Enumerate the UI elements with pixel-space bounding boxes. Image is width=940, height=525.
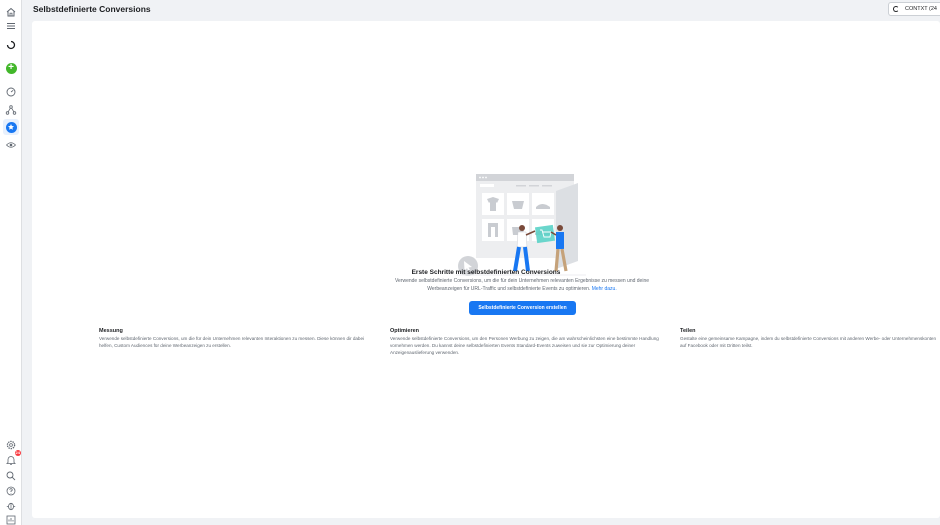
main-panel: Erste Schritte mit selbstdefinierten Con… xyxy=(32,21,940,518)
context-dropdown-button[interactable]: CONTXT (24 xyxy=(888,2,940,16)
left-nav-rail: + 24 xyxy=(0,0,22,525)
create-custom-conversion-button[interactable]: Selbstdefinierte Conversion erstellen xyxy=(469,301,576,315)
refresh-icon xyxy=(893,6,899,12)
page-header: Selbstdefinierte Conversions CONTXT (24 xyxy=(22,0,940,21)
empty-state-illustration xyxy=(456,171,586,283)
create-plus-icon[interactable]: + xyxy=(3,60,19,76)
dashboard-gauge-icon[interactable] xyxy=(3,84,19,100)
menu-icon[interactable] xyxy=(3,18,19,34)
feature-text: Verwende selbstdefinierte Conversions, u… xyxy=(390,336,659,355)
search-icon[interactable] xyxy=(3,468,19,484)
learn-more-link[interactable]: Mehr dazu. xyxy=(592,286,617,292)
page-title: Selbstdefinierte Conversions xyxy=(33,4,151,14)
feature-teilen: Teilen Gestalte eine gemeinsame Kampagne… xyxy=(680,328,940,349)
loading-icon xyxy=(3,37,19,53)
star-icon[interactable] xyxy=(3,119,19,135)
feature-title: Teilen xyxy=(680,328,696,334)
feature-text: Verwende selbstdefinierte Conversions, u… xyxy=(99,336,365,348)
reports-icon[interactable] xyxy=(3,512,19,525)
empty-state-description: Verwende selbstdefinierte Conversions, u… xyxy=(382,278,662,293)
notification-count-badge: 24 xyxy=(14,450,21,456)
feature-messung: Messung Verwende selbstdefinierte Conver… xyxy=(99,328,369,349)
eye-icon[interactable] xyxy=(3,137,19,153)
context-label: CONTXT (24 xyxy=(905,6,937,12)
feature-title: Messung xyxy=(99,328,123,334)
empty-state-title: Erste Schritte mit selbstdefinierten Con… xyxy=(411,269,561,276)
feature-optimieren: Optimieren Verwende selbstdefinierte Con… xyxy=(390,328,662,356)
notifications-bell-icon[interactable]: 24 xyxy=(3,450,21,468)
network-icon[interactable] xyxy=(3,102,19,118)
feature-title: Optimieren xyxy=(390,328,420,334)
feature-text: Gestalte eine gemeinsame Kampagne, indem… xyxy=(680,336,937,348)
help-icon[interactable] xyxy=(3,483,19,499)
